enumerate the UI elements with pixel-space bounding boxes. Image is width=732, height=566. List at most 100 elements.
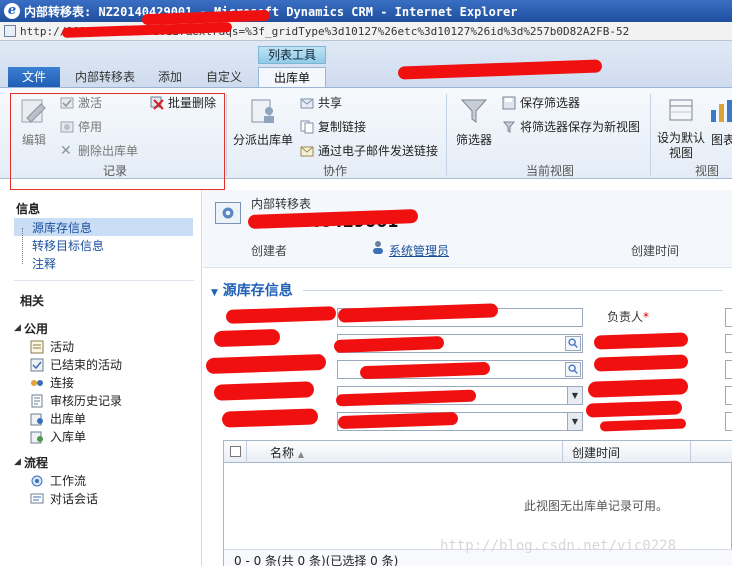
- tab-outbound-order[interactable]: 出库单: [258, 67, 326, 87]
- lookup-icon[interactable]: [565, 362, 581, 377]
- ribbon-separator: [226, 94, 227, 176]
- window-title-bar: e 内部转移表: NZ20140429001 - Microsoft Dynam…: [0, 0, 732, 22]
- tab-add[interactable]: 添加: [152, 67, 188, 87]
- owner-field[interactable]: [725, 308, 732, 327]
- save-filter-as-view-icon: [502, 121, 516, 133]
- owner-label: 创建者: [251, 244, 288, 258]
- nav-activities-label: 活动: [50, 340, 75, 354]
- section-collapse-icon[interactable]: ▼: [211, 288, 218, 298]
- set-default-view-label: 设为默认视图: [656, 131, 705, 160]
- set-default-view-button[interactable]: 设为默认视图: [654, 96, 708, 161]
- main-form-area: 内部转移表 NZ20140429001 创建者 系统管理员 创建时间 ▼ 源库存…: [203, 190, 732, 566]
- right-field-4[interactable]: [725, 386, 732, 405]
- form-header: 内部转移表 NZ20140429001 创建者 系统管理员 创建时间: [203, 190, 732, 268]
- nav-common-header[interactable]: 公用: [24, 320, 48, 337]
- nav-dialog-sessions[interactable]: 对话会话: [30, 490, 98, 507]
- nav-closed-activities[interactable]: 已结束的活动: [30, 356, 122, 373]
- nav-transfer-target-info[interactable]: 转移目标信息: [32, 237, 104, 254]
- ribbon-tab-row: 列表工具 文件 内部转移表 添加 自定义 出库单: [0, 41, 732, 87]
- column-header-name[interactable]: 名称 ▲: [270, 444, 304, 461]
- chart-icon: [711, 100, 732, 122]
- current-view-group-label: 当前视图: [525, 164, 574, 178]
- assign-label: 分派出库单: [232, 133, 293, 147]
- column-header-created-on[interactable]: 创建时间: [572, 444, 620, 461]
- internet-explorer-icon: e: [4, 3, 20, 19]
- ribbon-separator: [446, 94, 447, 176]
- section-title[interactable]: ▼ 源库存信息: [211, 280, 293, 300]
- tab-customize[interactable]: 自定义: [200, 67, 248, 87]
- default-view-icon: [669, 99, 693, 121]
- save-filter-label: 保存筛选器: [520, 96, 581, 110]
- select-all-checkbox[interactable]: [230, 446, 241, 457]
- nav-connections-label: 连接: [50, 376, 75, 390]
- redaction-mark: [213, 328, 281, 348]
- owner-link[interactable]: 系统管理员: [389, 242, 449, 259]
- nav-workflows-label: 工作流: [50, 474, 87, 488]
- nav-audit-history[interactable]: 审核历史记录: [30, 392, 122, 409]
- audit-history-icon: [31, 394, 43, 407]
- lookup-icon[interactable]: [565, 336, 581, 351]
- email-link-button[interactable]: 通过电子邮件发送链接: [300, 142, 438, 159]
- save-filter-as-view-label: 将筛选器保存为新视图: [520, 120, 641, 134]
- section-divider: [303, 290, 723, 291]
- activities-icon: [30, 340, 44, 353]
- save-filter-icon: [502, 96, 516, 109]
- collapse-triangle-icon[interactable]: ◢: [14, 457, 21, 467]
- nav-tree-line: [22, 228, 23, 264]
- email-link-label: 通过电子邮件发送链接: [318, 144, 439, 158]
- entity-gear-icon: [215, 202, 241, 224]
- record-count: 0 - 0 条(共 0 条)(已选择 0 条): [234, 554, 399, 566]
- nav-connections[interactable]: 连接: [30, 374, 74, 391]
- nav-process-header[interactable]: 流程: [24, 454, 48, 471]
- required-mark: *: [643, 310, 650, 324]
- right-field-2[interactable]: [725, 334, 732, 353]
- empty-grid-message: 此视图无出库单记录可用。: [524, 499, 669, 513]
- copy-link-button[interactable]: 复制链接: [300, 118, 366, 135]
- nav-inbound-orders-label: 入库单: [50, 430, 87, 444]
- created-on-label: 创建时间: [631, 244, 680, 258]
- contextual-tab-group-label: 列表工具: [258, 46, 326, 64]
- column-divider: [690, 441, 691, 463]
- entity-type-label: 内部转移表: [251, 197, 312, 211]
- redaction-mark: [221, 408, 319, 428]
- watermark: http://blog.csdn.net/vic0228: [440, 538, 677, 554]
- nav-closed-activities-label: 已结束的活动: [50, 358, 123, 372]
- chart-button[interactable]: 图表: [708, 96, 732, 148]
- connections-icon: [31, 379, 43, 386]
- share-icon: [300, 98, 314, 108]
- save-filter-button[interactable]: 保存筛选器: [502, 94, 580, 111]
- filter-label: 筛选器: [455, 133, 492, 147]
- right-field-5[interactable]: [725, 412, 732, 431]
- nav-inbound-orders[interactable]: 入库单: [30, 428, 86, 445]
- sort-ascending-icon: ▲: [297, 450, 304, 459]
- nav-outbound-orders[interactable]: 出库单: [30, 410, 86, 427]
- copy-link-icon: [300, 120, 314, 133]
- collapse-triangle-icon[interactable]: ◢: [14, 323, 21, 333]
- save-filter-as-view-button[interactable]: 将筛选器保存为新视图: [502, 118, 640, 135]
- column-header-name-label: 名称: [270, 446, 295, 460]
- email-link-icon: [300, 146, 314, 156]
- outbound-order-icon: [30, 413, 43, 425]
- right-field-3[interactable]: [725, 360, 732, 379]
- nav-outbound-orders-label: 出库单: [50, 412, 87, 426]
- subgrid-header: 名称 ▲ 创建时间: [224, 441, 732, 463]
- nav-activities[interactable]: 活动: [30, 338, 74, 355]
- nav-info-header: 信息: [16, 202, 41, 216]
- assign-button[interactable]: 分派出库单: [232, 96, 294, 148]
- dialog-session-icon: [30, 493, 44, 503]
- filter-button[interactable]: 筛选器: [452, 96, 496, 148]
- column-divider: [562, 441, 563, 463]
- chevron-down-icon[interactable]: ▼: [567, 413, 582, 430]
- copy-link-label: 复制链接: [318, 120, 367, 134]
- nav-workflows[interactable]: 工作流: [30, 472, 86, 489]
- chevron-down-icon[interactable]: ▼: [567, 387, 582, 404]
- nav-notes[interactable]: 注释: [32, 255, 56, 272]
- workflow-icon: [31, 475, 43, 486]
- tab-internal-transfer[interactable]: 内部转移表: [70, 67, 140, 87]
- share-button[interactable]: 共享: [300, 94, 342, 111]
- nav-source-inventory-info[interactable]: 源库存信息: [32, 219, 92, 236]
- ribbon-separator: [650, 94, 651, 176]
- tab-file[interactable]: 文件: [8, 67, 60, 87]
- assign-icon: [251, 99, 274, 123]
- view-group-label: 视图: [694, 164, 719, 178]
